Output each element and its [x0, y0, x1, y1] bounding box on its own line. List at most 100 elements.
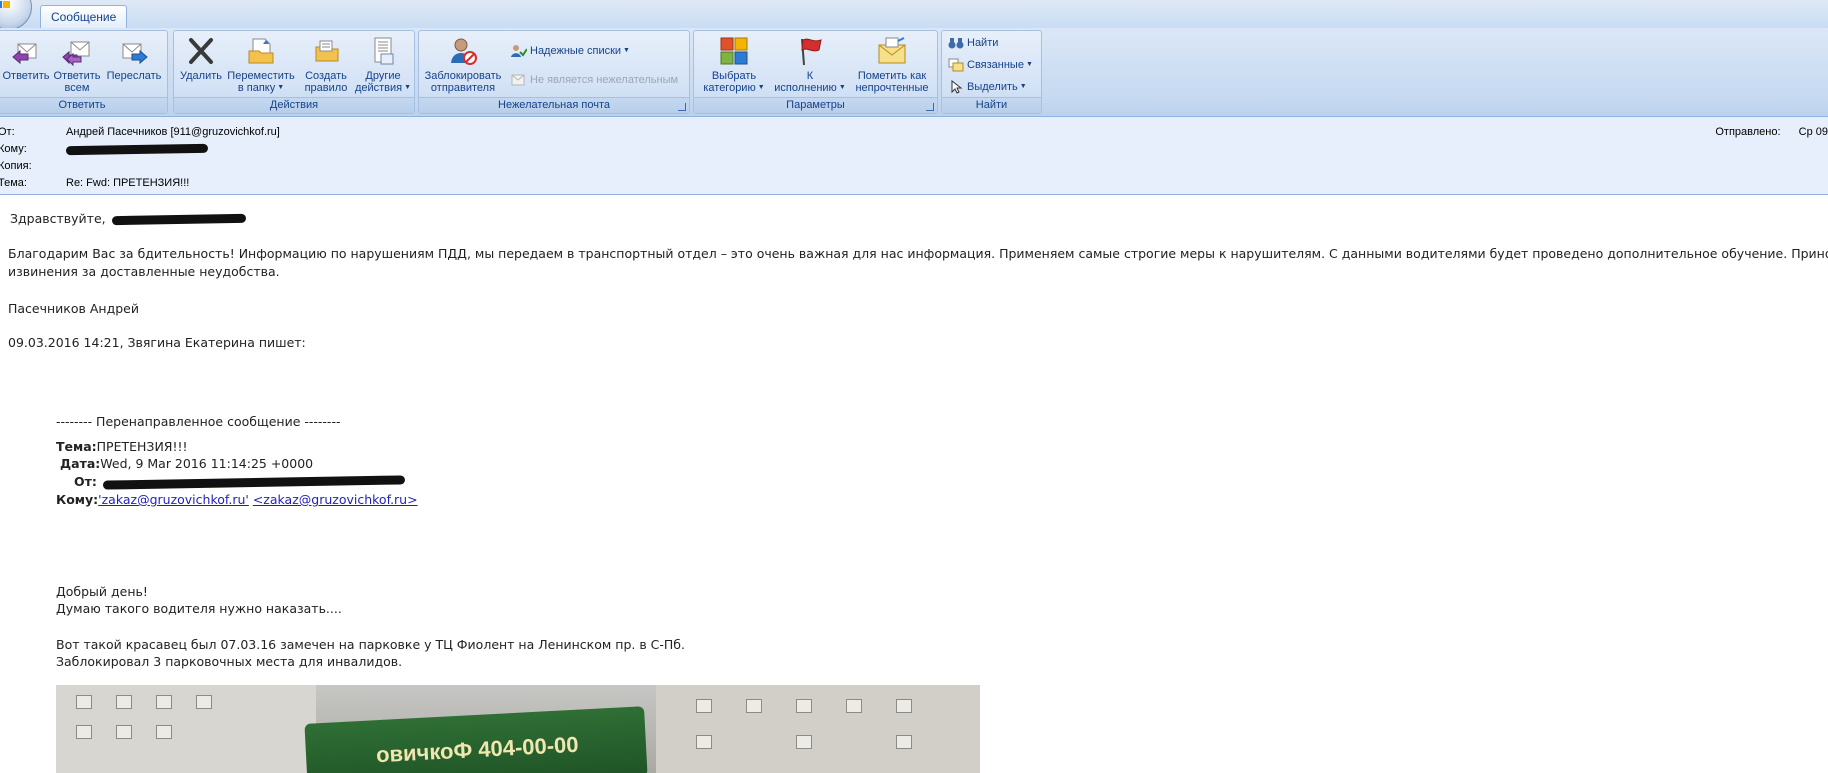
reply-button[interactable]: Ответить [1, 35, 51, 82]
categorize-button[interactable]: Выбрать категорию ▼ [698, 35, 770, 94]
select-label: Выделить [967, 81, 1018, 93]
fwd-to-link-2[interactable]: <zakaz@gruzovichkof.ru> [253, 492, 418, 507]
greeting: Здравствуйте, [10, 211, 106, 226]
reply-icon [12, 43, 37, 65]
delete-label: Удалить [180, 70, 222, 82]
subject-label: Тема: [0, 177, 27, 189]
dialog-launcher-icon[interactable] [926, 103, 934, 111]
chevron-down-icon: ▼ [1025, 61, 1033, 69]
body-line-3: Вот такой красавец был 07.03.16 замечен … [56, 637, 685, 652]
safe-lists-button[interactable]: Надежные списки ▼ [511, 41, 630, 61]
flag-icon [801, 38, 822, 66]
to-label: Кому: [0, 143, 27, 155]
group-options: Выбрать категорию ▼ К исполнению ▼ Пометит… [693, 30, 938, 114]
group-junk-title: Нежелательная почта [419, 97, 689, 113]
other-label-1: Другие [365, 70, 401, 82]
other-actions-button[interactable]: Другие действия ▼ [354, 35, 412, 94]
followup-label-1: К [806, 70, 814, 82]
fwd-from-row: От: [74, 474, 405, 490]
reply-all-label-1: Ответить [53, 70, 101, 82]
fwd-from-redacted [102, 475, 405, 490]
body-line-2: Думаю такого водителя нужно наказать.... [56, 601, 342, 616]
create-rule-icon [315, 40, 339, 62]
fwd-from-label: От: [74, 474, 97, 489]
cursor-icon [951, 80, 963, 94]
tab-message[interactable]: Сообщение [40, 5, 128, 28]
find-label: Найти [967, 37, 999, 49]
safe-lists-icon [511, 45, 528, 58]
related-label: Связанные [967, 59, 1024, 71]
chevron-down-icon: ▼ [838, 84, 846, 92]
ribbon: Ответить Ответить всем Переслать Ответит… [0, 28, 1828, 117]
rule-label-2: правило [304, 82, 348, 94]
create-rule-button[interactable]: Создать правило [298, 35, 354, 94]
para1-line1: Благодарим Вас за бдительность! Информац… [8, 246, 1828, 261]
fwd-date-label: Дата: [60, 456, 101, 471]
forward-label: Переслать [106, 70, 162, 82]
forward-button[interactable]: Переслать [105, 35, 163, 82]
signature: Пасечников Андрей [8, 301, 139, 316]
move-label-2: в папку [237, 82, 276, 94]
move-to-folder-button[interactable]: Переместить в папку ▼ [226, 35, 296, 94]
quote-intro: 09.03.2016 14:21, Звягина Екатерина пише… [8, 335, 306, 350]
forwarded-header: -------- Перенаправленное сообщение ----… [56, 414, 341, 429]
not-junk-button[interactable]: Не является нежелательным [511, 70, 678, 90]
followup-label-2: исполнению [774, 82, 837, 94]
mark-unread-icon [878, 37, 906, 64]
fwd-subject-value: ПРЕТЕНЗИЯ!!! [96, 439, 188, 454]
fwd-subject-row: Тема:ПРЕТЕНЗИЯ!!! [56, 439, 188, 454]
unread-label-2: непрочтенные [855, 82, 929, 94]
sent-label: Отправлено: [1715, 126, 1781, 138]
related-button[interactable]: Связанные ▼ [948, 55, 1033, 75]
cc-label: Копия: [0, 160, 32, 172]
fwd-to-link-1[interactable]: 'zakaz@gruzovichkof.ru' [98, 492, 249, 507]
reply-all-label-2: всем [64, 82, 90, 94]
not-junk-label: Не является нежелательным [530, 74, 679, 86]
chevron-down-icon: ▼ [757, 84, 765, 92]
from-value[interactable]: Андрей Пасечников [911@gruzovichkof.ru] [66, 124, 280, 141]
subject-value: Re: Fwd: ПРЕТЕНЗИЯ!!! [66, 177, 190, 189]
fwd-to-label: Кому: [56, 492, 99, 507]
forward-icon [122, 43, 148, 65]
move-to-folder-icon [248, 38, 274, 64]
mark-unread-button[interactable]: Пометить как непрочтенные [850, 35, 934, 94]
office-logo-icon [0, 0, 11, 9]
delete-icon [189, 38, 213, 64]
delete-button[interactable]: Удалить [178, 35, 224, 82]
body-line-1: Добрый день! [56, 584, 148, 599]
block-label-1: Заблокировать [424, 70, 502, 82]
not-junk-icon [511, 74, 525, 86]
fwd-subject-label: Тема: [56, 439, 97, 454]
reply-all-icon [62, 41, 90, 67]
group-find-title: Найти [942, 97, 1041, 113]
block-sender-icon [451, 38, 477, 65]
follow-up-button[interactable]: К исполнению ▼ [772, 35, 848, 94]
chevron-down-icon: ▼ [404, 84, 412, 92]
category-label-1: Выбрать [711, 70, 757, 82]
dialog-launcher-icon[interactable] [678, 103, 686, 111]
attached-photo: овичкоФ 404-00-00 [56, 685, 980, 773]
group-reply-title: Ответить [0, 97, 167, 113]
to-value-redacted [65, 141, 209, 158]
block-sender-button[interactable]: Заблокировать отправителя [423, 35, 503, 94]
find-button[interactable]: Найти [948, 33, 998, 53]
binoculars-icon [948, 38, 964, 49]
message-body: Здравствуйте, Благодарим Вас за бдительн… [0, 195, 1828, 773]
categorize-icon [720, 37, 748, 65]
ribbon-tab-strip: Сообщение [0, 0, 1828, 30]
move-label-1: Переместить [227, 70, 295, 82]
reply-label: Ответить [2, 70, 50, 82]
other-label-2: действия [354, 82, 403, 94]
group-actions: Удалить Переместить в папку ▼ Создать пра… [173, 30, 415, 114]
select-button[interactable]: Выделить ▼ [948, 77, 1027, 97]
related-icon [948, 58, 964, 72]
fwd-date-row: Дата:Wed, 9 Mar 2016 11:14:25 +0000 [60, 456, 313, 471]
category-label-2: категорию [703, 82, 756, 94]
fwd-date-value: Wed, 9 Mar 2016 11:14:25 +0000 [100, 456, 314, 471]
sent-row: Отправлено: Ср 09 [1715, 126, 1828, 138]
greeting-redacted [111, 213, 246, 226]
chevron-down-icon: ▼ [1019, 83, 1027, 91]
safe-lists-label: Надежные списки [530, 45, 622, 57]
reply-all-button[interactable]: Ответить всем [51, 35, 103, 94]
office-button[interactable] [0, 0, 32, 30]
